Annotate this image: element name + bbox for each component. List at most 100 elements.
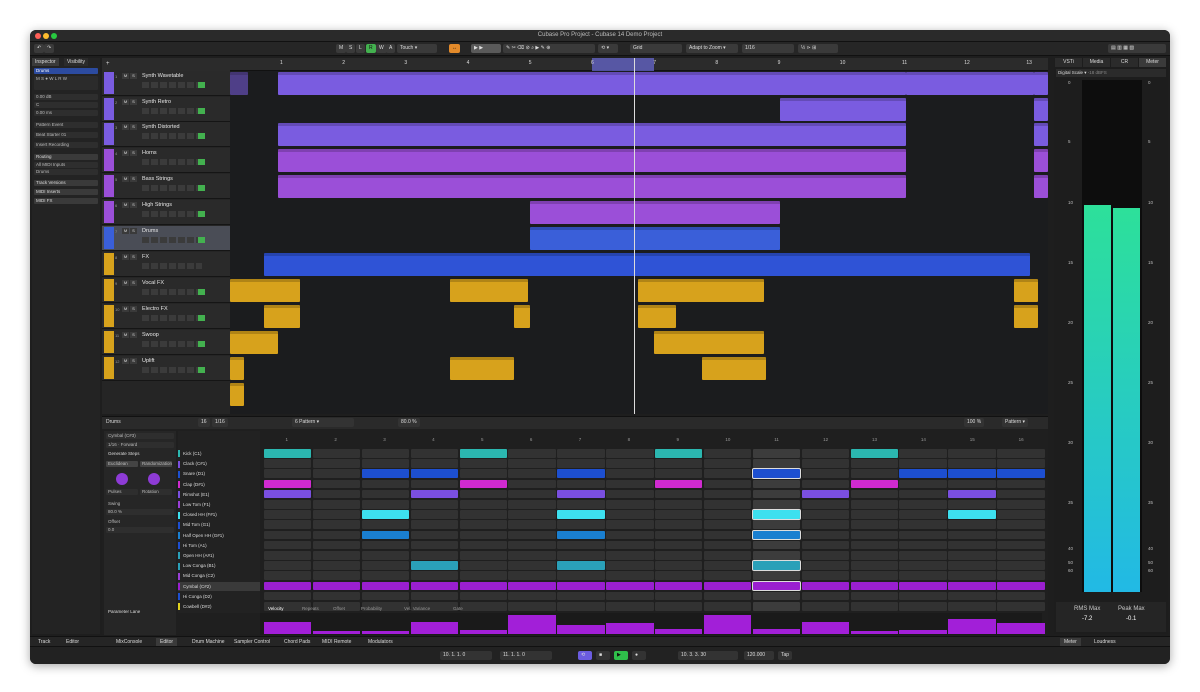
active-step[interactable]	[751, 509, 802, 520]
inspector-section-track-versions[interactable]: Track Versions	[34, 180, 98, 186]
active-step[interactable]	[801, 489, 849, 499]
step-cell[interactable]	[997, 479, 1045, 489]
step-cell[interactable]	[606, 510, 654, 519]
record-icon[interactable]: ●	[632, 651, 646, 660]
step-cell[interactable]	[361, 591, 410, 601]
track-read-button[interactable]	[198, 367, 205, 373]
step-cell[interactable]	[459, 591, 507, 601]
active-step[interactable]	[410, 581, 458, 591]
step-cell[interactable]	[899, 561, 947, 570]
timeline-ruler[interactable]: 1234567891011121314151617	[230, 58, 1048, 71]
step-cell[interactable]	[850, 459, 898, 468]
step-cell[interactable]	[361, 540, 410, 550]
step-cell[interactable]	[606, 530, 654, 540]
step-cell[interactable]	[997, 520, 1045, 530]
tab-loudness[interactable]: Loudness	[1090, 638, 1120, 646]
step-cell[interactable]	[948, 571, 996, 581]
velocity-bar[interactable]	[606, 623, 654, 634]
active-step[interactable]	[557, 561, 605, 570]
step-cell[interactable]	[459, 520, 507, 530]
step-cell[interactable]	[997, 551, 1045, 560]
step-cell[interactable]	[801, 551, 849, 560]
tap-button[interactable]: Tap	[778, 651, 793, 660]
step-cell[interactable]	[410, 449, 458, 458]
quantize-value-select[interactable]: 1/16	[742, 44, 794, 53]
step-cell[interactable]	[997, 489, 1045, 499]
midi-part[interactable]	[278, 175, 906, 198]
track-mute-button[interactable]: M	[122, 254, 129, 260]
instrument-lane[interactable]: Cowbell (D#2)	[178, 602, 260, 611]
step-cell[interactable]	[459, 571, 507, 581]
audio-event[interactable]	[1014, 279, 1038, 302]
step-cell[interactable]	[312, 489, 361, 499]
active-step[interactable]	[948, 489, 996, 499]
step-cell[interactable]	[801, 561, 849, 570]
euclidean-button[interactable]: Euclidean	[106, 461, 138, 467]
step-cell[interactable]	[801, 479, 849, 489]
track-controls[interactable]	[142, 108, 202, 114]
step-cell[interactable]	[752, 591, 801, 601]
step-cell[interactable]	[410, 479, 458, 489]
step-cell[interactable]	[508, 489, 556, 499]
track-mute-button[interactable]: M	[122, 280, 129, 286]
track-controls[interactable]	[142, 289, 202, 295]
track-header[interactable]: 10 M S Electro FX	[102, 304, 230, 329]
step-cell[interactable]	[557, 500, 605, 509]
midi-part[interactable]	[530, 227, 780, 250]
step-cell[interactable]	[606, 489, 654, 499]
undo-icon[interactable]: ↶	[34, 44, 45, 53]
step-cell[interactable]	[606, 500, 654, 509]
active-step[interactable]	[557, 581, 605, 591]
track-mute-button[interactable]: M	[122, 358, 129, 364]
tab-meter[interactable]: Meter	[1060, 638, 1081, 646]
tab-inspector[interactable]: Inspector	[32, 58, 59, 66]
step-cell[interactable]	[606, 469, 654, 479]
track-mute-button[interactable]: M	[122, 176, 129, 182]
step-cell[interactable]	[948, 459, 996, 468]
step-cell[interactable]	[459, 469, 507, 479]
track-controls[interactable]	[142, 367, 202, 373]
step-cell[interactable]	[655, 510, 703, 519]
step-cell[interactable]	[752, 479, 801, 489]
step-cell[interactable]	[997, 561, 1045, 570]
step-cell[interactable]	[606, 459, 654, 468]
audio-event[interactable]	[1014, 305, 1038, 328]
step-cell[interactable]	[557, 571, 605, 581]
track-solo-button[interactable]: S	[130, 202, 137, 208]
step-cell[interactable]	[703, 520, 752, 530]
track-solo-button[interactable]: S	[130, 358, 137, 364]
active-step[interactable]	[557, 489, 605, 499]
active-step[interactable]	[361, 581, 410, 591]
step-cell[interactable]	[606, 520, 654, 530]
tab-sampler-control[interactable]: Sampler Control	[230, 638, 274, 646]
step-cell[interactable]	[801, 510, 849, 519]
read-automation-button[interactable]: R	[366, 44, 376, 53]
active-step[interactable]	[459, 581, 507, 591]
tab-modulators[interactable]: Modulators	[364, 638, 397, 646]
track-mute-button[interactable]: M	[122, 99, 129, 105]
automation-button[interactable]: A	[386, 44, 396, 53]
active-step[interactable]	[410, 489, 458, 499]
step-cell[interactable]	[508, 500, 556, 509]
step-cell[interactable]	[655, 551, 703, 560]
active-step[interactable]	[751, 560, 802, 571]
velocity-bar[interactable]	[899, 630, 947, 634]
step-cell[interactable]	[606, 540, 654, 550]
track-controls[interactable]	[142, 185, 202, 191]
step-cell[interactable]	[557, 591, 605, 601]
step-cell[interactable]	[557, 551, 605, 560]
step-cell[interactable]	[655, 571, 703, 581]
active-step[interactable]	[655, 479, 703, 489]
active-step[interactable]	[751, 468, 802, 480]
active-step[interactable]	[751, 529, 802, 541]
view-select[interactable]: Pattern ▾	[1002, 418, 1029, 427]
inspector-section-routing[interactable]: Routing	[34, 154, 98, 160]
autoscroll-icon[interactable]: ↔	[449, 44, 460, 53]
pulses-knob[interactable]	[116, 473, 128, 485]
inspector-section-midi-inserts[interactable]: MIDI Inserts	[34, 189, 98, 195]
step-cell[interactable]	[361, 449, 410, 458]
instrument-lane[interactable]: Low Conga (B1)	[178, 561, 260, 570]
midi-part[interactable]	[780, 72, 906, 95]
step-cell[interactable]	[850, 469, 898, 479]
track-read-button[interactable]	[198, 289, 205, 295]
